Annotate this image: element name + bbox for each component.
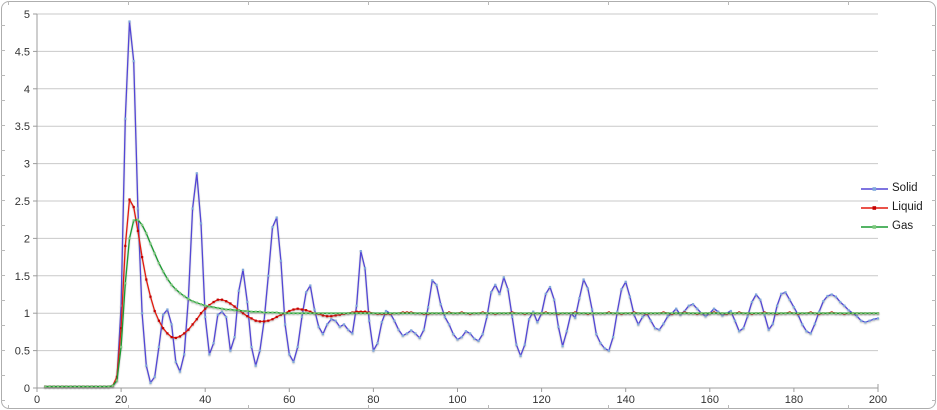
y-tick-label: 0 <box>24 383 30 395</box>
y-tick-label: 5 <box>24 9 30 21</box>
frame-edge-tick <box>1 400 5 401</box>
frame-edge-tick <box>728 1 729 5</box>
frame-edge-tick <box>368 1 369 5</box>
legend: Solid Liquid Gas <box>861 179 923 236</box>
frame-edge-tick <box>932 25 936 26</box>
x-tick-label: 100 <box>448 394 466 406</box>
frame-edge-tick <box>932 75 936 76</box>
y-tick-label: 2.5 <box>15 196 30 208</box>
frame-edge-tick <box>932 375 936 376</box>
x-tick-label: 80 <box>367 394 379 406</box>
frame-edge-tick <box>932 225 936 226</box>
frame-edge-tick <box>932 275 936 276</box>
frame-edge-tick <box>932 325 936 326</box>
y-tick-label: 4 <box>24 84 30 96</box>
series-liquid <box>44 198 880 388</box>
x-tick-label: 0 <box>34 394 40 406</box>
frame-edge-tick <box>932 100 936 101</box>
frame-edge-tick <box>8 405 9 409</box>
frame-edge-tick <box>8 1 9 5</box>
frame-edge-tick <box>128 405 129 409</box>
y-tick-label: 3 <box>24 159 30 171</box>
y-tick-label: 3.5 <box>15 121 30 133</box>
frame-edge-tick <box>932 175 936 176</box>
legend-item-gas[interactable]: Gas <box>861 217 923 236</box>
frame-edge-tick <box>1 50 5 51</box>
series-solid <box>44 20 880 388</box>
y-tick-label: 1.5 <box>15 271 30 283</box>
frame-edge-tick <box>1 75 5 76</box>
frame-edge-tick <box>932 300 936 301</box>
frame-edge-tick <box>608 1 609 5</box>
frame-edge-tick <box>1 375 5 376</box>
x-tick-label: 160 <box>701 394 719 406</box>
legend-swatch-solid-icon <box>861 186 888 191</box>
legend-label-gas: Gas <box>892 219 914 232</box>
y-tick-label: 4.5 <box>15 46 30 58</box>
x-tick-label: 180 <box>785 394 803 406</box>
frame-edge-tick <box>848 405 849 409</box>
y-tick-label: 1 <box>24 308 30 320</box>
frame-edge-tick <box>1 150 5 151</box>
frame-edge-tick <box>1 325 5 326</box>
frame-edge-tick <box>932 400 936 401</box>
series-gas <box>44 218 880 388</box>
frame-edge-tick <box>932 350 936 351</box>
legend-swatch-gas-icon <box>861 224 888 229</box>
frame-edge-tick <box>848 1 849 5</box>
y-tick-label: 0.5 <box>15 346 30 358</box>
x-tick-label: 60 <box>283 394 295 406</box>
legend-item-liquid[interactable]: Liquid <box>861 198 923 217</box>
frame-edge-tick <box>128 1 129 5</box>
y-tick-label: 2 <box>24 233 30 245</box>
legend-label-solid: Solid <box>892 181 918 194</box>
frame-edge-tick <box>1 200 5 201</box>
frame-edge-tick <box>1 25 5 26</box>
frame-edge-tick <box>488 1 489 5</box>
x-tick-label: 20 <box>115 394 127 406</box>
frame-edge-tick <box>1 100 5 101</box>
x-tick-label: 120 <box>532 394 550 406</box>
x-tick-label: 40 <box>199 394 211 406</box>
frame-edge-tick <box>932 250 936 251</box>
frame-edge-tick <box>1 350 5 351</box>
chart-canvas: 0 20 40 60 80 100 120 140 160 180 200 0 0.5 1 1.5 2 2.5 3… <box>15 9 887 406</box>
frame-edge-tick <box>1 250 5 251</box>
frame-edge-tick <box>728 405 729 409</box>
frame-edge-tick <box>368 405 369 409</box>
x-tick-label: 200 <box>869 394 887 406</box>
frame-edge-tick <box>1 225 5 226</box>
frame-edge-tick <box>932 50 936 51</box>
legend-label-liquid: Liquid <box>892 200 923 213</box>
legend-item-solid[interactable]: Solid <box>861 179 923 198</box>
frame-edge-tick <box>488 405 489 409</box>
x-tick-label: 140 <box>617 394 635 406</box>
frame-edge-tick <box>932 150 936 151</box>
frame-edge-tick <box>932 125 936 126</box>
frame-edge-tick <box>248 1 249 5</box>
frame-edge-tick <box>1 125 5 126</box>
frame-edge-tick <box>1 175 5 176</box>
frame-edge-tick <box>1 275 5 276</box>
frame-edge-tick <box>1 300 5 301</box>
frame-edge-tick <box>608 405 609 409</box>
legend-swatch-liquid-icon <box>861 205 888 210</box>
frame-edge-tick <box>932 200 936 201</box>
frame-edge-tick <box>248 405 249 409</box>
chart-window: 0 20 40 60 80 100 120 140 160 180 200 0 0.5 1 1.5 2 2.5 3… <box>0 0 937 410</box>
